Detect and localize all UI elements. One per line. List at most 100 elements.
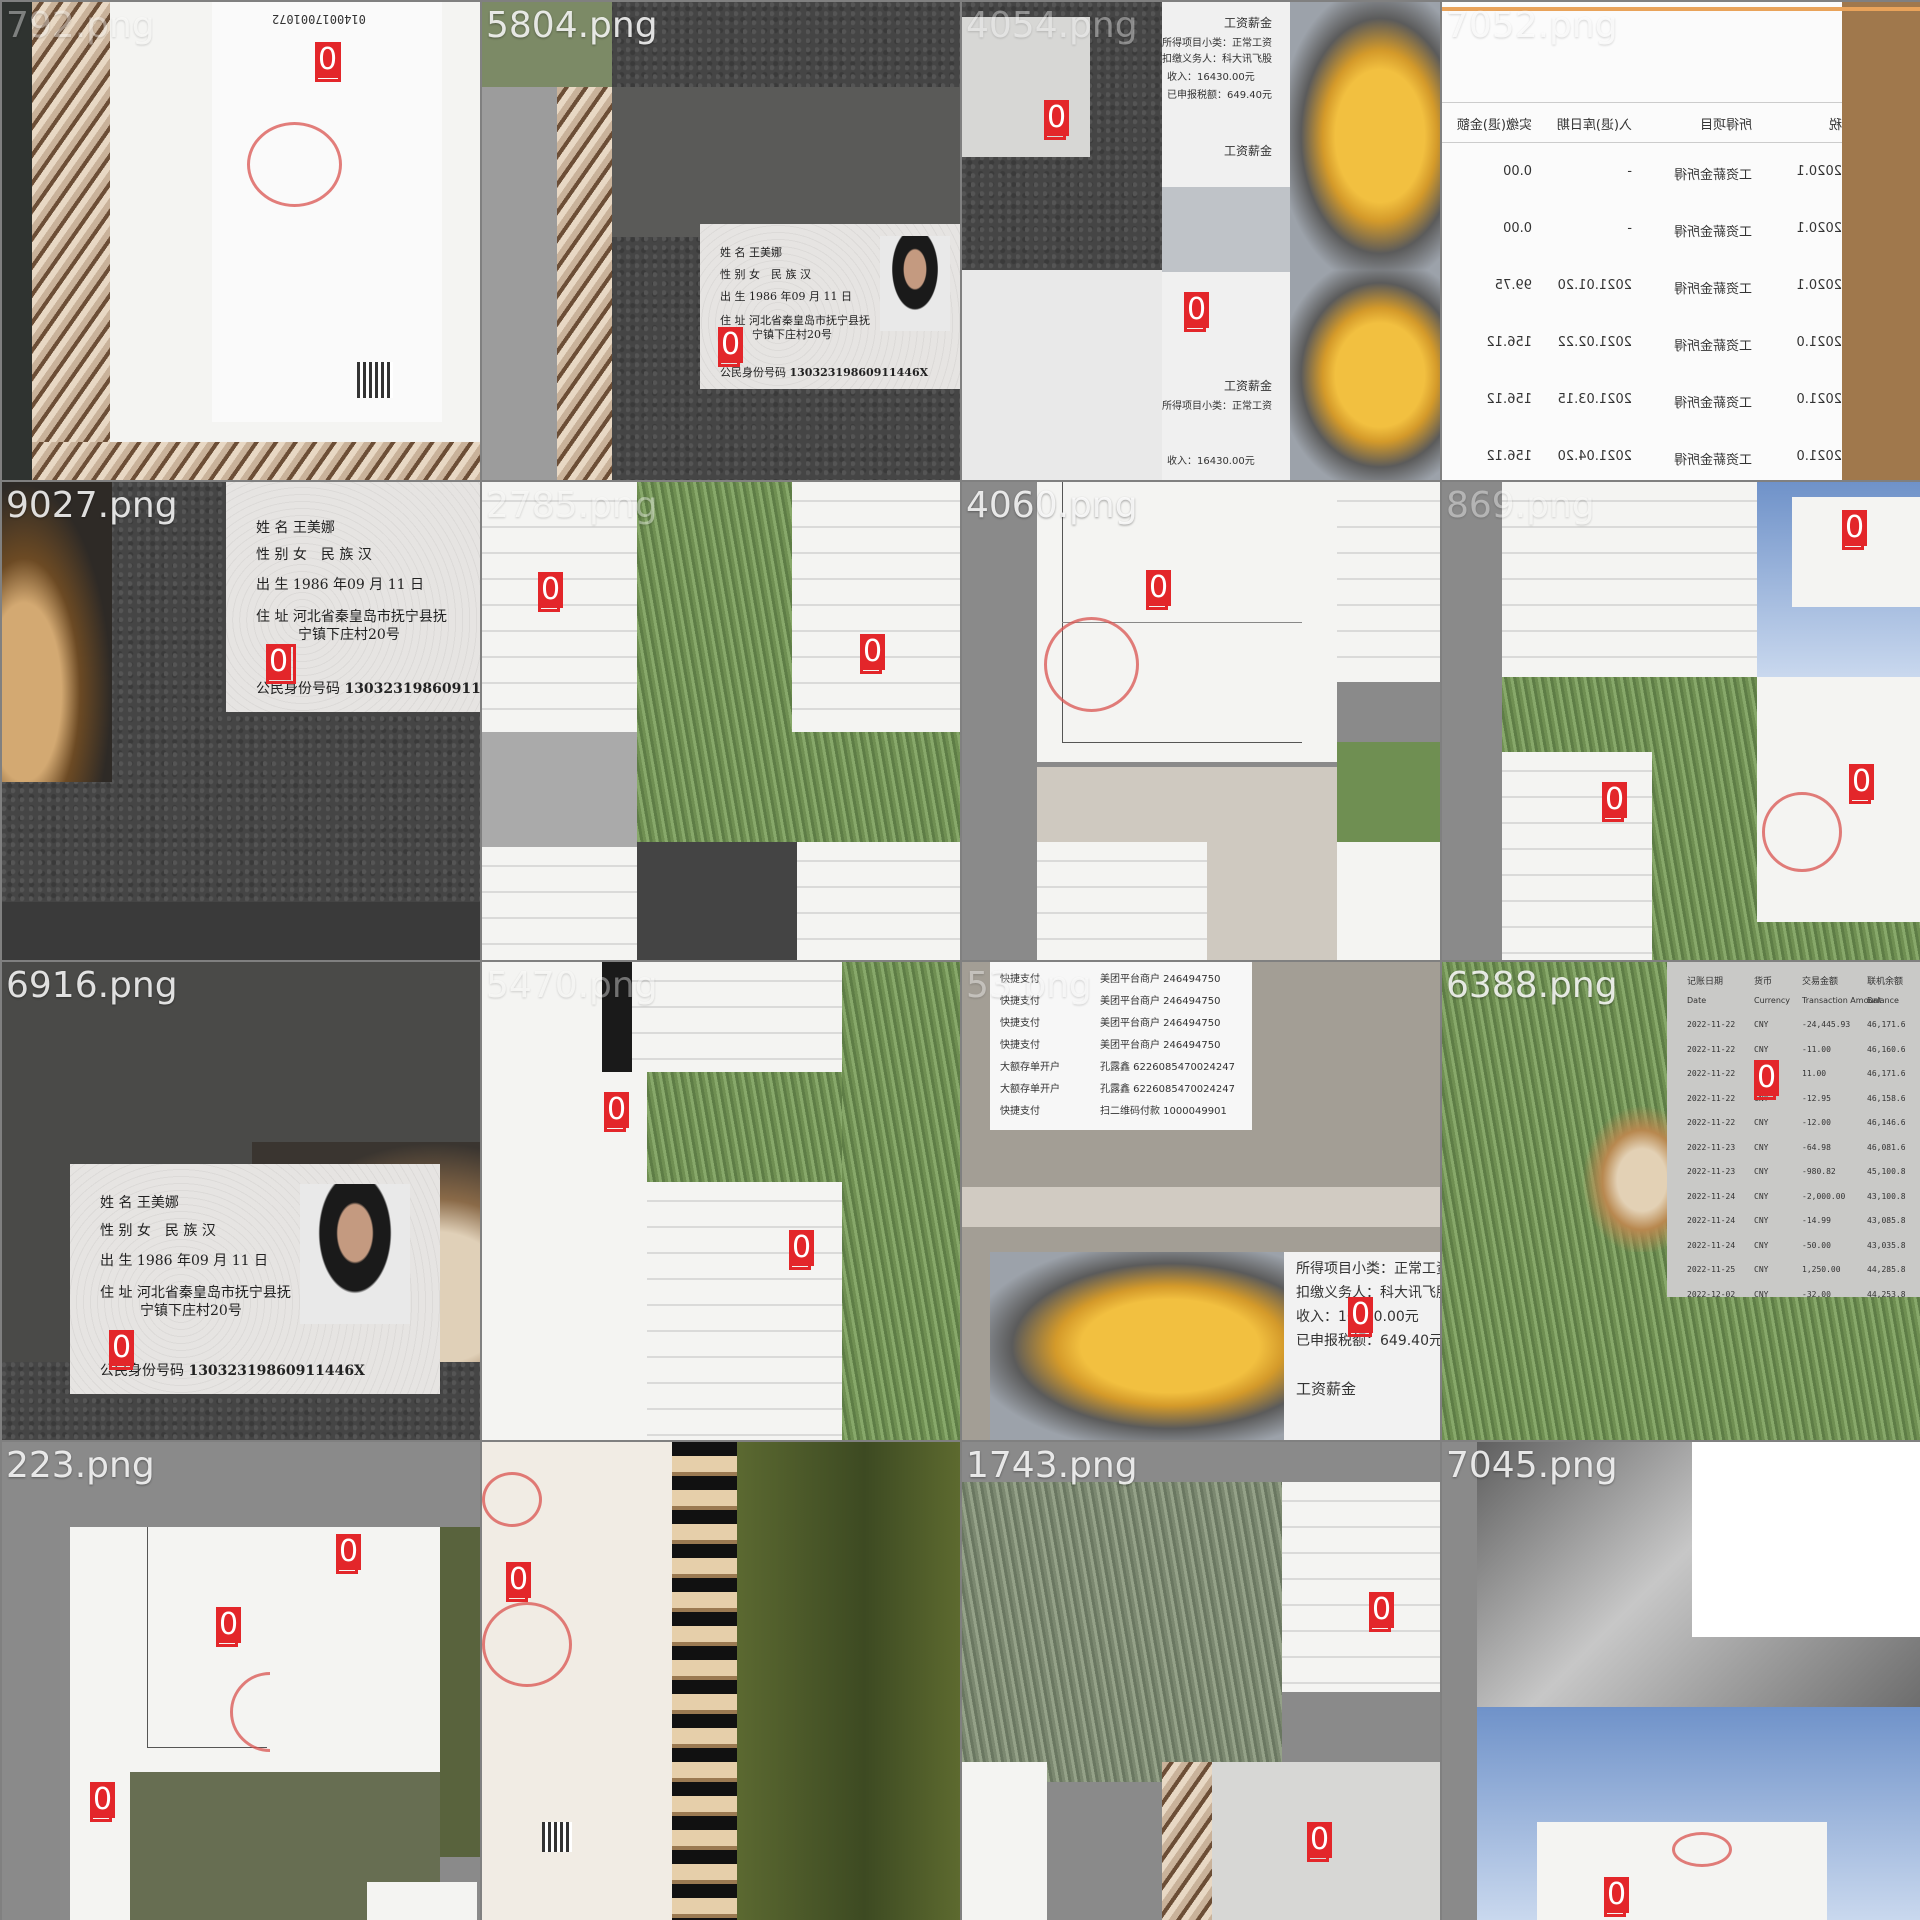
payment-merchant: 美团平台商户 246494750 (1100, 1040, 1221, 1051)
ledger-cell: CNY (1754, 1289, 1769, 1299)
tax-table-mirror: 税 所得项目 入(退)库日期 实缴(退)金额 2020.1 工资薪金所得 - 0.00 2020… (1442, 2, 1842, 480)
ledger-cell: -980.82 (1802, 1167, 1836, 1176)
qr-code-icon (357, 362, 393, 398)
detection-tag: 0 (266, 644, 292, 680)
ledger-cell: 1,250.00 (1802, 1265, 1841, 1274)
detection-tag: 0 (1842, 510, 1868, 546)
detection-tag: 0 (506, 1562, 532, 1598)
ledger-cell: 2022-11-25 (1687, 1265, 1736, 1274)
file-name-label: 223.png (6, 1445, 155, 1486)
ledger-cell: 46,146.6 (1867, 1118, 1906, 1127)
ledger-cell: CNY (1754, 1216, 1769, 1225)
tile-6388[interactable]: 记账日期 Date 货币 Currency 交易金额 Transaction Amount… (1442, 962, 1920, 1440)
tax-table-cell: 0.00 (1503, 164, 1532, 179)
file-name-label: 869.png (1446, 485, 1595, 526)
detection-tag: 0 (860, 634, 886, 670)
detection-tag: 0 (1849, 764, 1875, 800)
tax-table-cell: 工资薪金所得 (1673, 225, 1752, 240)
tile-4060[interactable]: 0 4060.png (962, 482, 1440, 960)
tax-table-cell: 2021.02.22 (1557, 335, 1632, 350)
tile-223[interactable]: 0 0 0 223.png (2, 1442, 480, 1920)
ledger-cell: 46,158.6 (1867, 1093, 1906, 1103)
tile-792[interactable]: 0140017001072 0 792.png (2, 2, 480, 480)
tile-869[interactable]: 0 0 0 869.png (1442, 482, 1920, 960)
ledger-cell: -14.99 (1802, 1216, 1831, 1225)
tile-9027[interactable]: 姓 名 王美娜 性 别 女 民 族 汉 出 生 1986 年09 月 11 日 … (2, 482, 480, 960)
detection-tag: 0 (1307, 1822, 1333, 1858)
id-photo (300, 1184, 410, 1324)
ledger-cell: CNY (1754, 1167, 1769, 1176)
payment-merchant: 美团平台商户 246494750 (1100, 996, 1221, 1007)
ledger-cell: 2022-11-24 (1687, 1191, 1736, 1201)
payment-type: 大额存单开户 (1000, 1062, 1060, 1073)
file-name-label: 5804.png (486, 5, 658, 46)
detection-tag: 0 (1602, 782, 1628, 818)
tax-table-cell: 2021.0 (1796, 335, 1843, 350)
tax-table-cell: 工资薪金所得 (1673, 339, 1752, 354)
tax-table-cell: 2021.0 (1796, 392, 1843, 407)
tax-table-cell: 99.75 (1494, 278, 1532, 293)
detection-tag: 0 (604, 1092, 630, 1128)
tile-5804[interactable]: 姓 名 王美娜 性 别 女 民 族 汉 出 生 1986 年09 月 11 日 … (482, 2, 960, 480)
tile-53[interactable]: 快捷支付 美团平台商户 246494750 快捷支付 美团平台商户 246494750… (962, 962, 1440, 1440)
detection-tag: 0 (789, 1230, 815, 1266)
ledger-cell: -24,445.93 (1802, 1020, 1851, 1029)
tax-table-cell: 2021.0 (1796, 449, 1843, 464)
ledger-cell: CNY (1754, 1020, 1769, 1029)
ledger-cell: 46,160.6 (1867, 1044, 1906, 1054)
file-name-label: 4060.png (966, 485, 1138, 526)
ledger-header: 记账日期 (1687, 977, 1724, 987)
ledger-header: 联机余额 (1867, 977, 1904, 987)
tile-unnamed[interactable]: 0 (482, 1442, 960, 1920)
tax-table-header: 实缴(退)金额 (1456, 118, 1532, 133)
ledger-cell: 2022-11-22 (1687, 1044, 1736, 1054)
ledger-cell: CNY (1754, 1142, 1769, 1152)
file-name-label: 6916.png (6, 965, 178, 1006)
tax-table-cell: 2020.1 (1796, 164, 1843, 179)
file-name-label: 2785.png (486, 485, 658, 526)
ledger-cell: -12.95 (1802, 1093, 1831, 1103)
detection-tag: 0 (1146, 570, 1172, 606)
ledger-cell: CNY (1754, 1240, 1769, 1250)
ledger-cell: -12.00 (1802, 1118, 1831, 1127)
ledger-cell: CNY (1754, 1191, 1769, 1201)
payment-merchant: 孔露鑫 6226085470024247 (1100, 1062, 1235, 1073)
payment-merchant: 孔露鑫 6226085470024247 (1100, 1084, 1235, 1095)
tax-table-cell: 2020.1 (1796, 221, 1843, 236)
detection-tag: 0 (1369, 1592, 1395, 1628)
payment-type: 大额存单开户 (1000, 1084, 1060, 1095)
tile-7052[interactable]: 税 所得项目 入(退)库日期 实缴(退)金额 2020.1 工资薪金所得 - 0.00 2020… (1442, 2, 1920, 480)
ledger-cell: 46,171.6 (1867, 1069, 1906, 1078)
detection-tag: 0 (1348, 1297, 1374, 1333)
detection-tag: 0 (718, 327, 744, 363)
ledger-header: 货币 (1754, 977, 1773, 987)
tax-table-cell: 156.12 (1486, 392, 1533, 407)
tax-table-cell: 2021.04.20 (1557, 449, 1632, 464)
tile-1743[interactable]: 0 0 1743.png (962, 1442, 1440, 1920)
tax-table-cell: - (1627, 221, 1632, 236)
ledger-cell: 44,285.8 (1867, 1265, 1906, 1274)
ledger-cell: 46,081.6 (1867, 1142, 1906, 1152)
tax-table-cell: - (1627, 164, 1632, 179)
tile-2785[interactable]: 0 0 2785.png (482, 482, 960, 960)
ledger-cell: 44,253.8 (1867, 1289, 1906, 1299)
tax-table-cell: 工资薪金所得 (1673, 453, 1752, 468)
ledger-header-en: Date (1687, 996, 1707, 1005)
payment-type: 快捷支付 (1000, 1106, 1040, 1117)
ledger-header-en: Currency (1754, 996, 1791, 1005)
ledger-cell: -11.00 (1802, 1044, 1831, 1054)
ledger-cell: -2,000.00 (1802, 1191, 1846, 1201)
tile-4054[interactable]: 工资薪金 所得项目小类：正常工资 扣缴义务人：科大讯飞股 收入：16430.00… (962, 2, 1440, 480)
ledger-cell: CNY (1754, 1044, 1769, 1054)
payment-type: 快捷支付 (1000, 1040, 1040, 1051)
id-card: 姓 名 王美娜 性 别 女 民 族 汉 出 生 1986 年09 月 11 日 … (226, 482, 480, 712)
ledger-cell: 2022-11-22 (1687, 1093, 1736, 1103)
tile-6916[interactable]: 姓 名 王美娜 性 别 女 民 族 汉 出 生 1986 年09 月 11 日 … (2, 962, 480, 1440)
tile-5470[interactable]: 0 0 5470.png (482, 962, 960, 1440)
file-name-label: 4054.png (966, 5, 1138, 46)
detection-tag: 0 (90, 1782, 116, 1818)
ledger-cell: 2022-11-23 (1687, 1142, 1736, 1152)
file-name-label: 6388.png (1446, 965, 1618, 1006)
tile-7045[interactable]: 0 7045.png (1442, 1442, 1920, 1920)
tax-table-cell: 工资薪金所得 (1673, 168, 1752, 183)
